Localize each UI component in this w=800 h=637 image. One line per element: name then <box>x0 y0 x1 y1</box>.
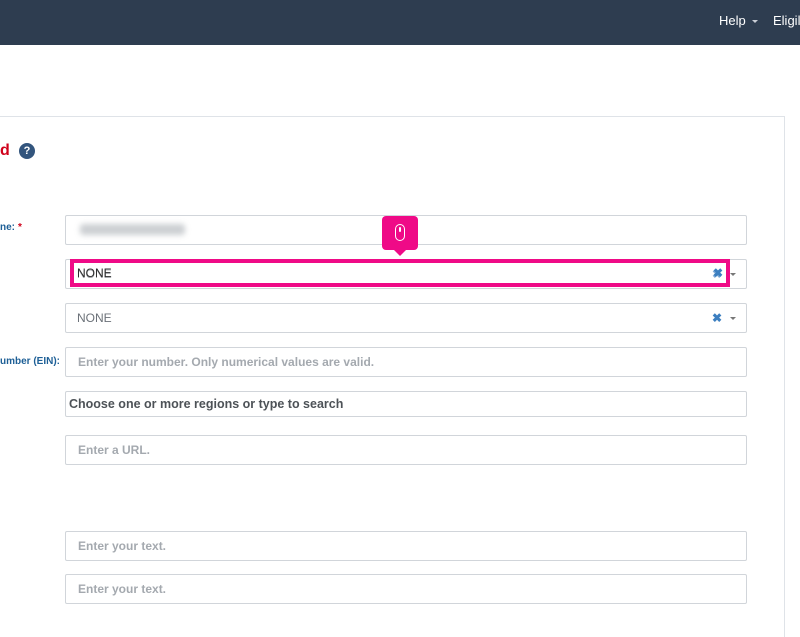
chevron-down-icon[interactable] <box>730 317 736 320</box>
text-1-placeholder: Enter your text. <box>78 539 167 553</box>
question-circle-icon[interactable]: ? <box>19 143 35 159</box>
ein-placeholder: Enter your number. Only numerical values… <box>78 355 375 369</box>
close-icon[interactable]: ✖ <box>713 263 723 283</box>
highlight-value: NONE <box>77 266 112 280</box>
url-placeholder: Enter a URL. <box>78 443 151 457</box>
regions-placeholder: Choose one or more regions or type to se… <box>69 397 344 411</box>
nav-help-menu[interactable]: Help <box>719 0 758 45</box>
required-marker: * <box>18 222 22 233</box>
ein-label: umber (EIN): <box>0 356 60 367</box>
nav-eligibility-label: Eligil <box>773 13 800 28</box>
select-field-2[interactable]: NONE ✖ <box>65 303 747 333</box>
text-input-1[interactable]: Enter your text. <box>65 531 747 561</box>
text-2-placeholder: Enter your text. <box>78 582 167 596</box>
mouse-wheel <box>399 227 401 232</box>
nav-eligibility-menu[interactable]: Eligil <box>773 0 800 45</box>
section-title: d <box>0 142 10 159</box>
name-label-text: ne: <box>0 222 15 233</box>
mouse-click-tooltip <box>382 216 418 256</box>
top-nav-bar: Help Eligil <box>0 0 800 45</box>
name-label: ne: * <box>0 222 22 233</box>
redacted-value <box>80 224 185 235</box>
chevron-down-icon[interactable] <box>730 273 736 276</box>
url-input[interactable]: Enter a URL. <box>65 435 747 465</box>
caret-down-icon <box>751 20 758 24</box>
ein-input[interactable]: Enter your number. Only numerical values… <box>65 347 747 377</box>
regions-multiselect[interactable]: Choose one or more regions or type to se… <box>65 391 747 417</box>
select-2-value: NONE <box>77 311 112 325</box>
close-icon[interactable]: ✖ <box>712 304 722 332</box>
nav-help-label: Help <box>719 13 746 28</box>
click-target-highlight[interactable]: NONE ✖ <box>70 259 730 287</box>
